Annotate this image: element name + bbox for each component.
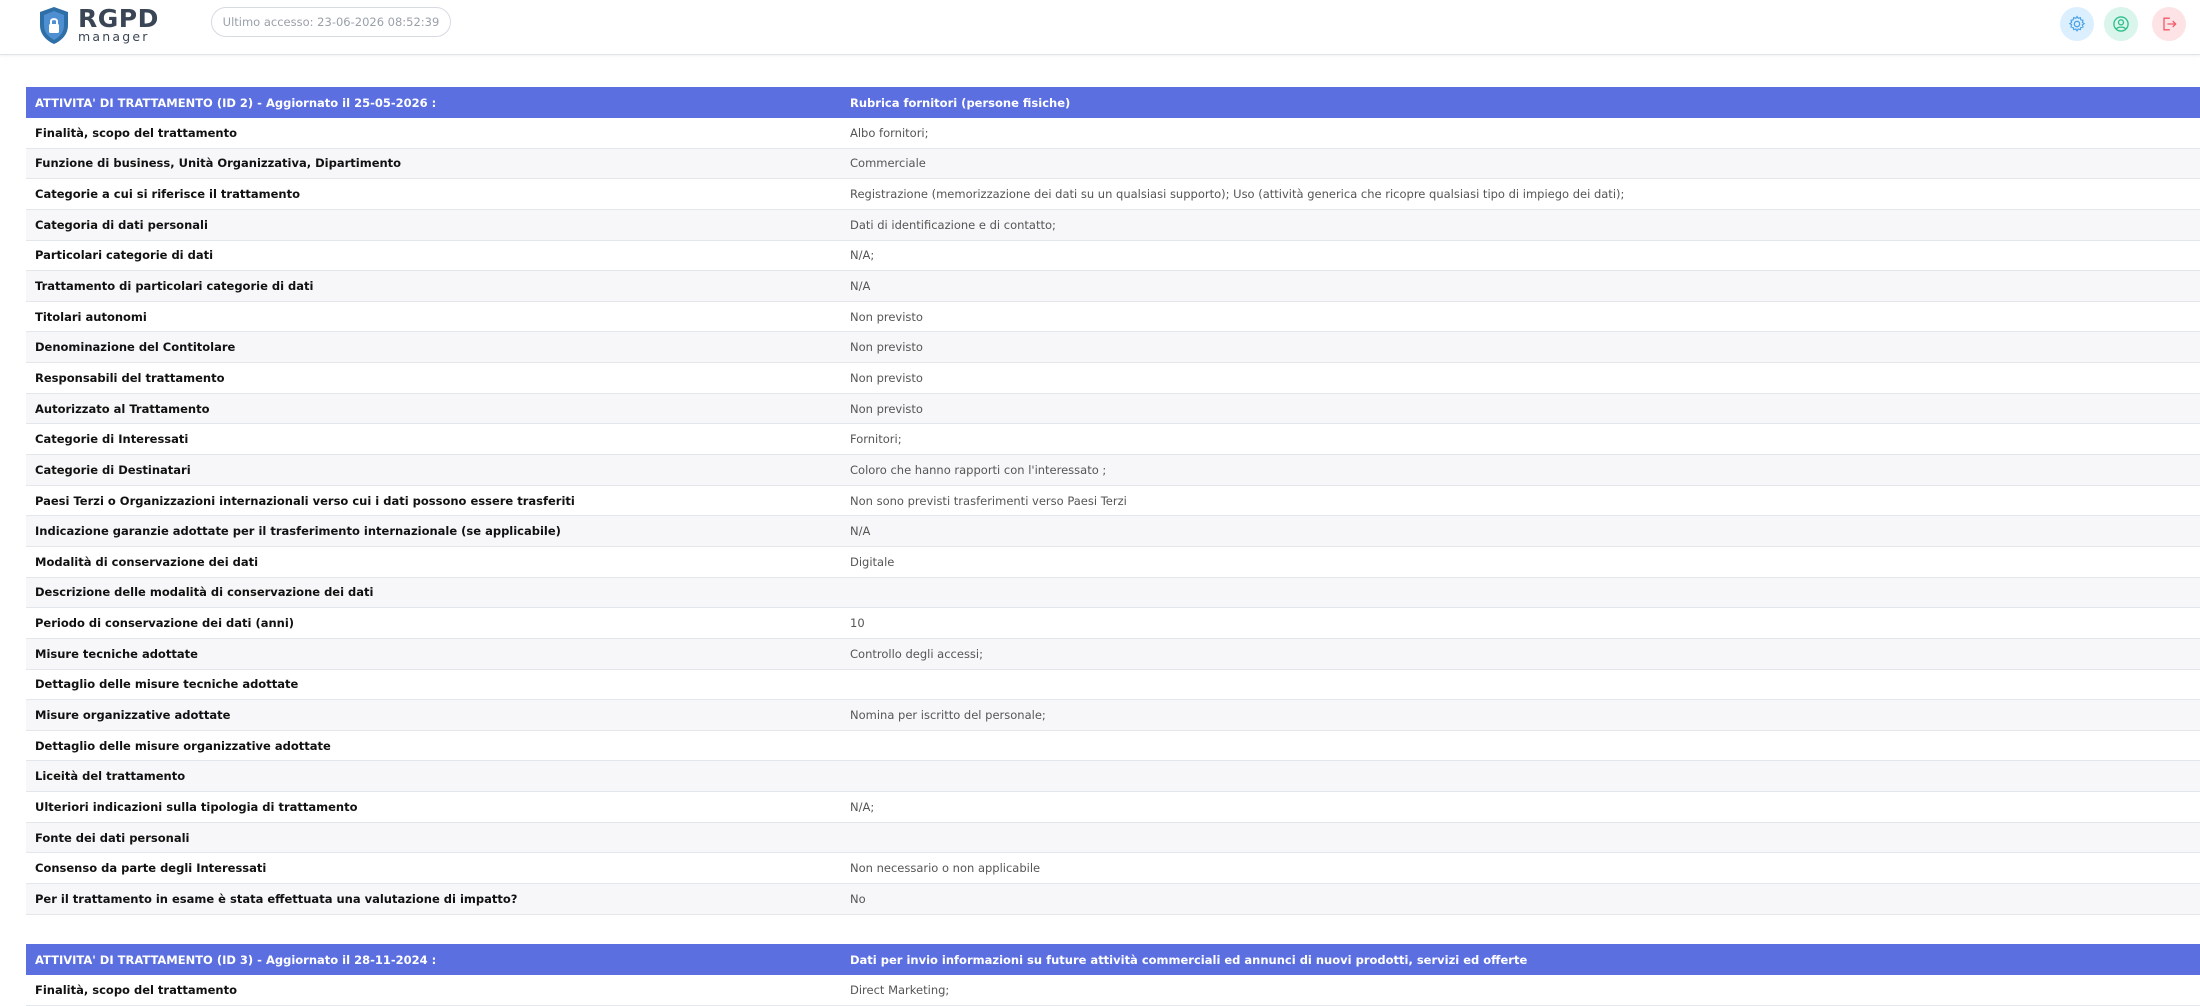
table-row: Misure organizzative adottate Nomina per … — [26, 700, 2200, 731]
row-label: Trattamento di particolari categorie di … — [35, 279, 314, 294]
row-label: Denominazione del Contitolare — [35, 340, 236, 355]
last-access-badge: Ultimo accesso: 23-06-2026 08:52:39 — [211, 7, 451, 37]
row-label: Categorie di Interessati — [35, 432, 189, 447]
table-row: Paesi Terzi o Organizzazioni internazion… — [26, 486, 2200, 517]
row-label: Modalità di conservazione dei dati — [35, 554, 259, 569]
top-bar: RGPD manager Ultimo accesso: 23-06-2026 … — [0, 0, 2200, 55]
row-label: Fonte dei dati personali — [35, 830, 190, 845]
top-actions — [2060, 7, 2200, 41]
row-value: Coloro che hanno rapporti con l'interess… — [850, 462, 1107, 477]
row-value: N/A; — [850, 248, 875, 263]
row-label: Dettaglio delle misure tecniche adottate — [35, 677, 299, 692]
row-value: Non previsto — [850, 340, 923, 355]
row-label: Ulteriori indicazioni sulla tipologia di… — [35, 799, 358, 814]
row-label: Misure tecniche adottate — [35, 646, 198, 661]
section-activity-name: Dati per invio informazioni su future at… — [850, 952, 1528, 967]
processing-activity-section: ATTIVITA' DI TRATTAMENTO (ID 2) - Aggior… — [26, 87, 2200, 915]
table-row: Denominazione del Contitolare Non previst… — [26, 332, 2200, 364]
row-value: Non previsto — [850, 401, 923, 416]
table-row: Categorie a cui si riferisce il trattame… — [26, 179, 2200, 210]
row-value: Registrazione (memorizzazione dei dati s… — [850, 187, 1625, 202]
table-row: Particolari categorie di dati N/A; — [26, 241, 2200, 272]
row-value: Dati di identificazione e di contatto; — [850, 217, 1056, 232]
section-rows: Finalità, scopo del trattamento Albo forn… — [26, 118, 2200, 915]
settings-button[interactable] — [2060, 7, 2094, 41]
row-value: Commerciale — [850, 156, 926, 171]
row-label: Categorie a cui si riferisce il trattame… — [35, 187, 300, 202]
logout-button[interactable] — [2152, 7, 2186, 41]
app-logo[interactable]: RGPD manager — [36, 3, 159, 47]
row-label: Titolari autonomi — [35, 309, 147, 324]
table-row: Misure tecniche adottate Controllo degli … — [26, 638, 2200, 670]
row-label: Finalità, scopo del trattamento — [35, 125, 237, 140]
row-value: Nomina per iscritto del personale; — [850, 707, 1046, 722]
row-label: Paesi Terzi o Organizzazioni internazion… — [35, 493, 575, 508]
row-value: No — [850, 891, 866, 906]
logout-icon — [2163, 17, 2177, 31]
row-label: Categorie di Destinatari — [35, 462, 191, 477]
row-label: Consenso da parte degli Interessati — [35, 861, 267, 876]
section-title: ATTIVITA' DI TRATTAMENTO (ID 2) - Aggior… — [35, 95, 437, 110]
table-row: Indicazione garanzie adottate per il tra… — [26, 516, 2200, 547]
row-label: Funzione di business, Unità Organizzativ… — [35, 156, 402, 171]
section-title: ATTIVITA' DI TRATTAMENTO (ID 3) - Aggior… — [35, 952, 437, 967]
processing-activity-section: ATTIVITA' DI TRATTAMENTO (ID 3) - Aggior… — [26, 944, 2200, 1006]
section-header: ATTIVITA' DI TRATTAMENTO (ID 3) - Aggior… — [26, 944, 2200, 975]
row-label: Liceità del trattamento — [35, 769, 186, 784]
row-label: Periodo di conservazione dei dati (anni) — [35, 616, 295, 631]
table-row: Titolari autonomi Non previsto — [26, 302, 2200, 333]
row-value: Albo fornitori; — [850, 125, 929, 140]
section-rows: Finalità, scopo del trattamento Direct Ma… — [26, 975, 2200, 1006]
logo-subtitle: manager — [78, 29, 150, 45]
section-activity-name: Rubrica fornitori (persone fisiche) — [850, 95, 1071, 110]
table-row: Consenso da parte degli Interessati Non n… — [26, 853, 2200, 885]
table-row: Dettaglio delle misure organizzative ado… — [26, 731, 2200, 762]
row-value: Non sono previsti trasferimenti verso Pa… — [850, 493, 1127, 508]
row-value: N/A — [850, 279, 871, 294]
user-icon — [2113, 16, 2129, 32]
row-value: Non previsto — [850, 309, 923, 324]
row-label: Per il trattamento in esame è stata effe… — [35, 891, 518, 906]
table-row: Finalità, scopo del trattamento Direct Ma… — [26, 975, 2200, 1006]
table-row: Finalità, scopo del trattamento Albo forn… — [26, 118, 2200, 149]
shield-lock-icon — [40, 7, 68, 44]
row-label: Responsabili del trattamento — [35, 370, 225, 385]
row-label: Categoria di dati personali — [35, 217, 208, 232]
row-value: Controllo degli accessi; — [850, 646, 983, 661]
row-label: Descrizione delle modalità di conservazi… — [35, 585, 374, 600]
row-label: Particolari categorie di dati — [35, 248, 214, 263]
table-row: Autorizzato al Trattamento Non previsto — [26, 393, 2200, 425]
row-value: N/A; — [850, 799, 875, 814]
table-row: Liceità del trattamento — [26, 761, 2200, 793]
row-value: Fornitori; — [850, 432, 902, 447]
row-label: Misure organizzative adottate — [35, 707, 231, 722]
row-value: N/A — [850, 524, 871, 539]
row-label: Indicazione garanzie adottate per il tra… — [35, 524, 561, 539]
logo-title: RGPD — [78, 4, 159, 34]
table-row: Descrizione delle modalità di conservazi… — [26, 577, 2200, 609]
table-row: Funzione di business, Unità Organizzativ… — [26, 148, 2200, 180]
row-value: 10 — [850, 616, 865, 631]
table-row: Categorie di Interessati Fornitori; — [26, 424, 2200, 456]
row-value: Non necessario o non applicabile — [850, 861, 1041, 876]
row-value: Non previsto — [850, 370, 923, 385]
table-row: Ulteriori indicazioni sulla tipologia di… — [26, 792, 2200, 823]
gear-icon — [2068, 15, 2086, 32]
table-row: Dettaglio delle misure tecniche adottate — [26, 670, 2200, 701]
row-label: Dettaglio delle misure organizzative ado… — [35, 738, 331, 753]
row-value: Direct Marketing; — [850, 982, 950, 997]
table-row: Fonte dei dati personali — [26, 822, 2200, 854]
row-label: Finalità, scopo del trattamento — [35, 982, 237, 997]
row-value: Digitale — [850, 554, 895, 569]
table-row: Categoria di dati personali Dati di ident… — [26, 209, 2200, 241]
profile-button[interactable] — [2104, 7, 2138, 41]
table-row: Periodo di conservazione dei dati (anni)… — [26, 608, 2200, 639]
table-row: Per il trattamento in esame è stata effe… — [26, 884, 2200, 915]
section-header: ATTIVITA' DI TRATTAMENTO (ID 2) - Aggior… — [26, 87, 2200, 118]
row-label: Autorizzato al Trattamento — [35, 401, 210, 416]
table-row: Categorie di Destinatari Coloro che hanno… — [26, 455, 2200, 486]
table-row: Responsabili del trattamento Non previsto — [26, 363, 2200, 394]
table-row: Trattamento di particolari categorie di … — [26, 271, 2200, 302]
table-row: Modalità di conservazione dei dati Digita… — [26, 547, 2200, 578]
